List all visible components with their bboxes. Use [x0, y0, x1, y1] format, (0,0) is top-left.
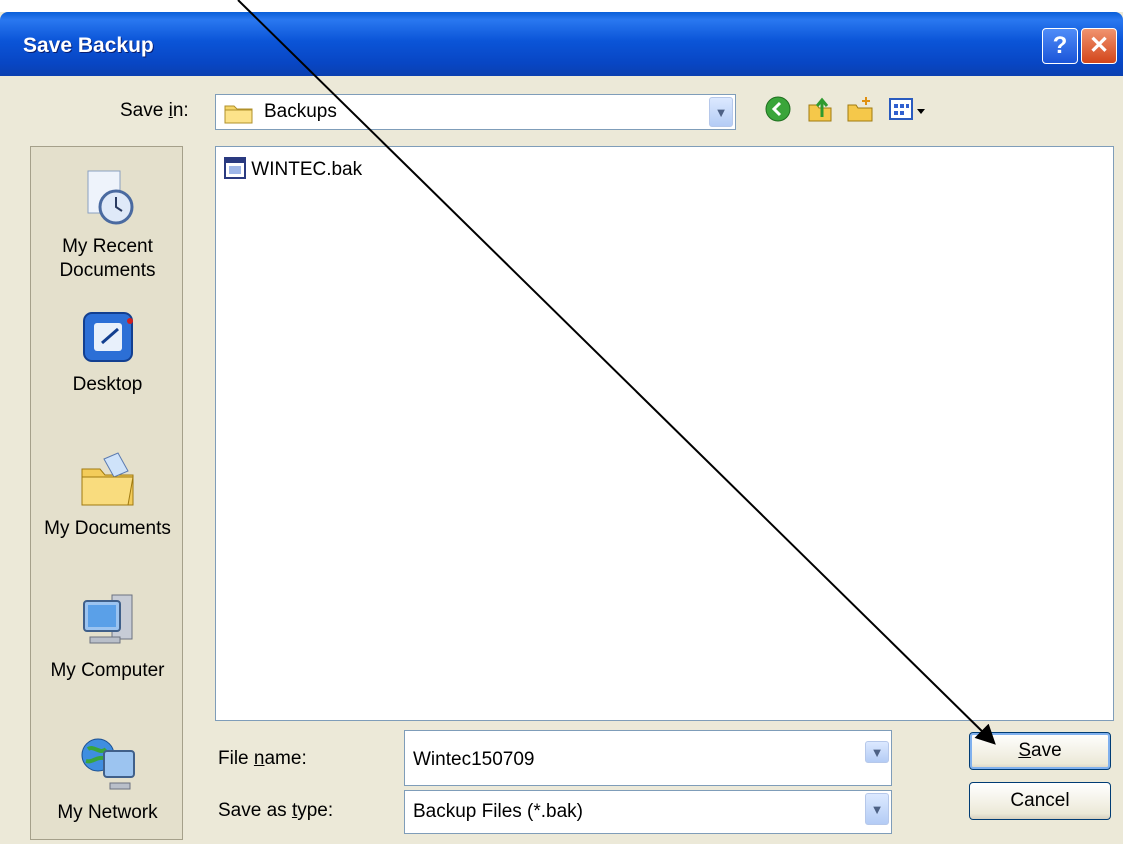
help-button[interactable]: ? — [1042, 28, 1078, 64]
new-folder-icon[interactable] — [846, 95, 874, 123]
folder-icon — [224, 102, 254, 130]
window-title: Save Backup — [23, 34, 154, 57]
file-name-value[interactable]: Wintec150709 — [413, 749, 534, 771]
recent-documents-icon — [87, 170, 133, 225]
save-as-type-select[interactable]: Backup Files (*.bak) ▼ — [404, 790, 892, 834]
views-menu-icon[interactable] — [888, 95, 928, 123]
back-icon[interactable] — [764, 95, 792, 123]
places-label: Desktop — [72, 374, 143, 395]
save-in-label: Save in: — [120, 100, 189, 121]
up-folder-icon[interactable] — [806, 95, 834, 123]
file-name-field[interactable]: Wintec150709 ▼ — [404, 730, 892, 786]
save-in-combo[interactable]: Backups ▼ — [215, 94, 736, 130]
places-item-my-network[interactable]: My Network — [31, 731, 184, 825]
desktop-icon — [82, 312, 133, 362]
places-item-my-documents[interactable]: My Documents — [31, 447, 184, 541]
places-item-recent-documents[interactable]: My Recent Documents — [31, 165, 184, 283]
my-documents-icon — [81, 452, 134, 506]
my-computer-icon — [82, 594, 132, 644]
places-label-2: Documents — [59, 260, 156, 281]
places-label: My Recent — [62, 236, 153, 257]
close-button[interactable]: ✕ — [1081, 28, 1117, 64]
chevron-down-icon[interactable]: ▼ — [709, 97, 733, 127]
file-list[interactable]: WINTEC.bak — [215, 146, 1114, 721]
chevron-down-icon[interactable]: ▼ — [865, 741, 889, 763]
list-item[interactable]: WINTEC.bak — [224, 157, 362, 181]
my-network-icon — [81, 738, 135, 790]
cancel-button-label: Cancel — [1010, 790, 1070, 811]
title-bar[interactable]: Save Backup ? ✕ — [0, 12, 1123, 76]
places-item-desktop[interactable]: Desktop — [31, 307, 184, 397]
places-label: My Documents — [44, 518, 171, 539]
save-as-type-value: Backup Files (*.bak) — [413, 801, 584, 822]
save-backup-dialog: Save Backup ? ✕ Save in: Backups ▼ My Re… — [0, 12, 1123, 844]
save-as-type-label: Save as type: — [218, 800, 334, 821]
save-button[interactable]: Save — [969, 732, 1111, 770]
save-in-value: Backups — [264, 101, 337, 122]
places-label: My Computer — [50, 660, 165, 681]
bak-file-icon — [224, 157, 246, 179]
chevron-down-icon[interactable]: ▼ — [865, 793, 889, 825]
save-button-label: Save — [1018, 740, 1062, 761]
file-name-label: File name: — [218, 748, 307, 769]
cancel-button[interactable]: Cancel — [969, 782, 1111, 820]
file-name: WINTEC.bak — [251, 159, 363, 180]
places-bar: My Recent Documents Desktop My Documents — [30, 146, 183, 840]
places-item-my-computer[interactable]: My Computer — [31, 589, 184, 683]
places-label: My Network — [57, 802, 158, 823]
